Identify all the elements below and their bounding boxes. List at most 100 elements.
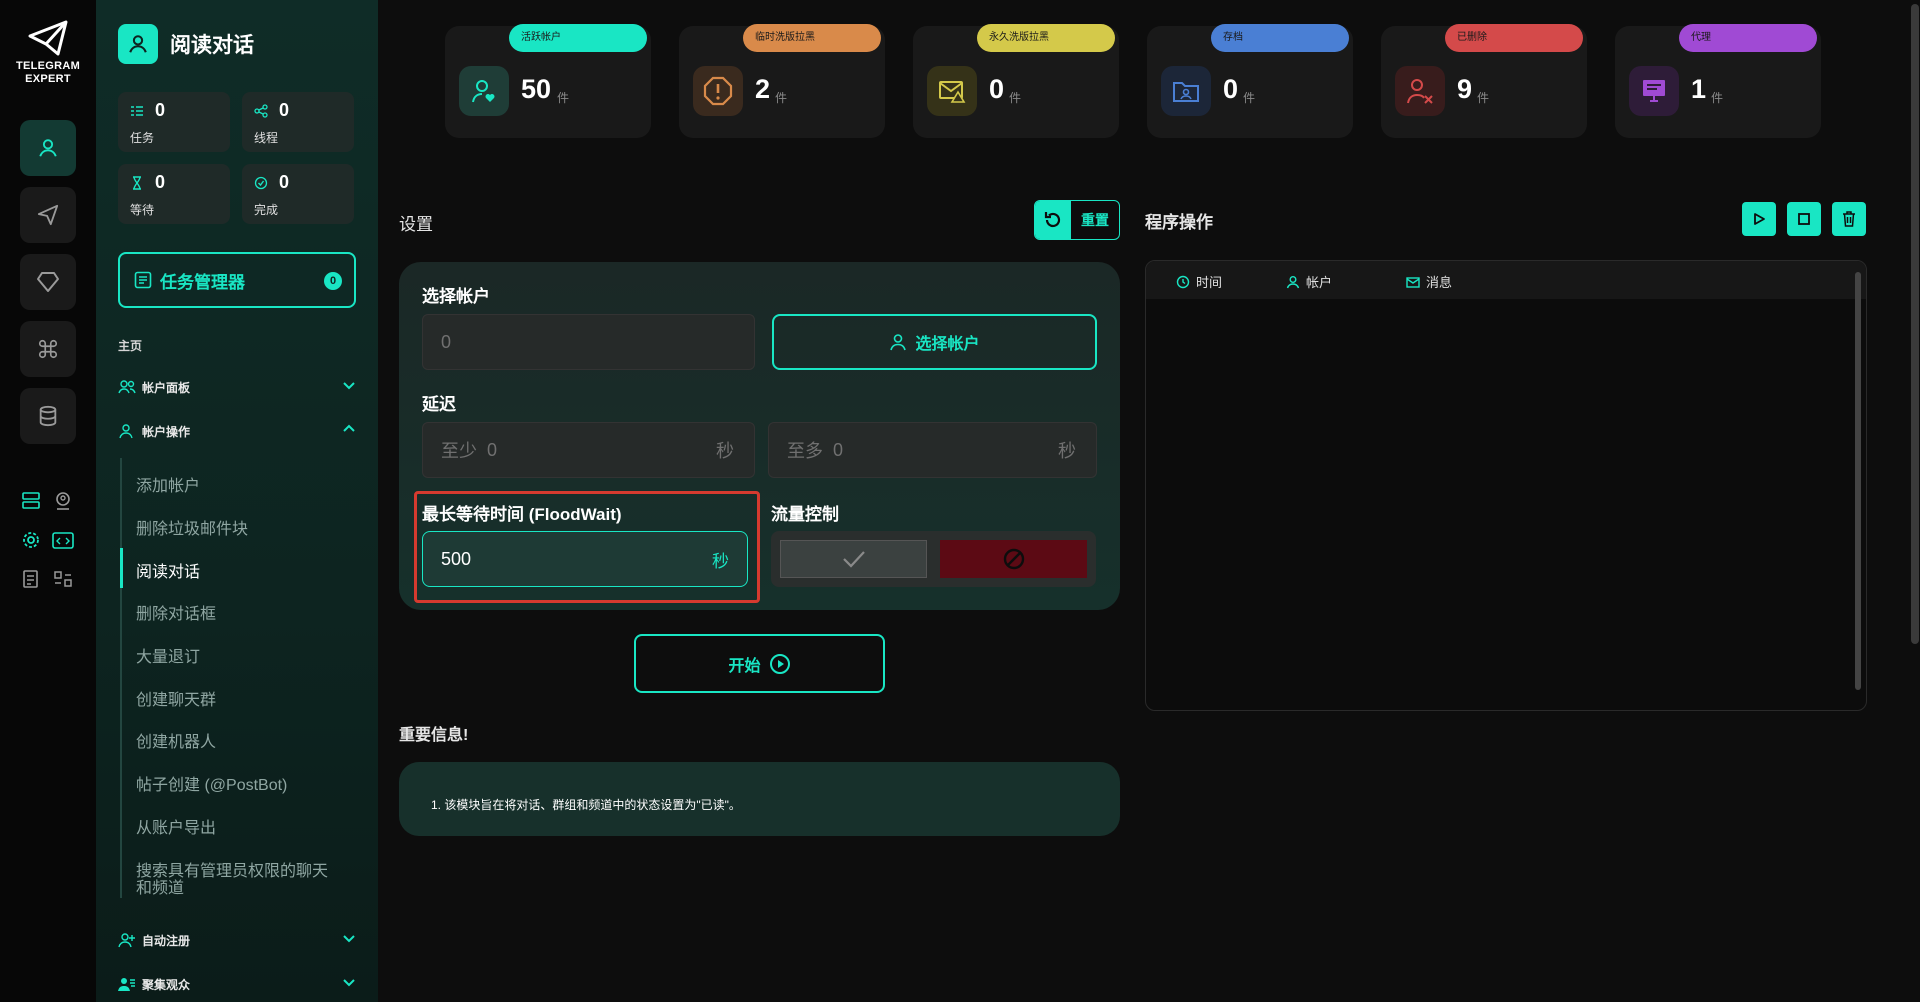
user-x-icon [1395, 66, 1445, 116]
nav-group-auto-register[interactable]: 自动注册 [118, 931, 358, 949]
account-count-field[interactable]: 0 [422, 314, 755, 370]
page-scrollbar-thumb[interactable] [1911, 4, 1919, 644]
delay-min-unit: 秒 [716, 441, 734, 461]
nav-group-label: 自动注册 [142, 933, 191, 948]
stat-value: 0 [155, 172, 166, 192]
submenu-item-create-group[interactable]: 创建聊天群 [136, 686, 216, 710]
play-circle-icon [769, 653, 790, 674]
code-window-icon[interactable] [50, 527, 76, 553]
play-button[interactable] [1742, 202, 1776, 236]
app-logo: TELEGRAM EXPERT [0, 20, 96, 86]
submenu-item-remove-spamblock[interactable]: 删除垃圾邮件块 [136, 515, 248, 539]
submenu-item-delete-dialogs[interactable]: 删除对话框 [136, 600, 216, 624]
submenu-line [120, 458, 122, 898]
submenu-item-mass-unsubscribe[interactable]: 大量退订 [136, 643, 200, 667]
logo-text-line2: EXPERT [25, 73, 71, 85]
delay-max-unit: 秒 [1058, 441, 1076, 461]
chevron-up-icon [343, 424, 355, 432]
rail-command-button[interactable] [20, 321, 76, 377]
icon-rail: TELEGRAM EXPERT [0, 0, 96, 1002]
select-account-button-label: 选择帐户 [915, 336, 980, 353]
user-icon [118, 422, 136, 440]
delay-min-prefix: 至少 [441, 441, 477, 461]
submenu-item-export[interactable]: 从账户导出 [136, 814, 216, 838]
nav-group-account-ops[interactable]: 帐户操作 [118, 422, 358, 440]
submenu-item-post-create[interactable]: 帖子创建 (@PostBot) [136, 771, 287, 795]
submenu-item-read-dialogs[interactable]: 阅读对话 [136, 558, 200, 582]
log-col-label: 消息 [1426, 275, 1453, 290]
reset-label: 重置 [1081, 212, 1109, 228]
rail-database-button[interactable] [20, 388, 76, 444]
mail-warning-icon [927, 66, 977, 116]
users-icon [118, 378, 136, 396]
card-pill: 临时洗版拉黑 [743, 24, 881, 52]
delay-max-field[interactable]: 至多 0 秒 [768, 422, 1097, 478]
stat-threads: 0 线程 [242, 92, 354, 152]
folder-user-icon [1161, 66, 1211, 116]
rail-send-button[interactable] [20, 187, 76, 243]
ops-title: 程序操作 [1145, 213, 1213, 232]
sidebar-header: 阅读对话 [118, 24, 254, 64]
rail-accounts-button[interactable] [20, 120, 76, 176]
stat-done: 0 完成 [242, 164, 354, 224]
user-location-icon[interactable] [50, 488, 76, 514]
nav-group-account-panel[interactable]: 帐户面板 [118, 378, 358, 396]
nav-section-home: 主页 [118, 339, 143, 353]
swap-icon[interactable] [50, 566, 76, 592]
stat-label: 线程 [254, 131, 279, 145]
submenu-item-search-admin-chats-cont[interactable]: 和频道 [136, 874, 184, 898]
account-count-value: 0 [441, 331, 452, 352]
log-scrollbar[interactable] [1855, 272, 1861, 690]
user-icon [1286, 275, 1300, 288]
reset-icon [1035, 201, 1071, 239]
nav-group-label: 帐户操作 [142, 424, 191, 439]
warning-octagon-icon [693, 66, 743, 116]
command-icon [38, 339, 58, 359]
start-button[interactable]: 开始 [634, 634, 885, 693]
card-deleted[interactable]: 已删除 9 件 [1381, 24, 1587, 138]
submenu-item-add-account[interactable]: 添加帐户 [136, 472, 200, 496]
document-icon[interactable] [18, 566, 44, 592]
card-value: 2 [755, 74, 771, 104]
card-temp-spamblock[interactable]: 临时洗版拉黑 2 件 [679, 24, 885, 138]
card-archive[interactable]: 存档 0 件 [1147, 24, 1353, 138]
page-scrollbar[interactable] [1908, 0, 1920, 1002]
user-icon [39, 139, 57, 157]
user-heart-icon [459, 66, 509, 116]
delay-min-field[interactable]: 至少 0 秒 [422, 422, 755, 478]
submenu-item-create-bot[interactable]: 创建机器人 [136, 728, 216, 752]
nav-group-label: 聚集观众 [142, 977, 191, 992]
delay-max-value: 0 [833, 439, 844, 460]
settings-title: 设置 [399, 215, 433, 234]
check-circle-icon [254, 176, 268, 190]
log-col-message: 消息 [1406, 272, 1452, 291]
log-table-header: 时间 帐户 消息 [1146, 261, 1866, 299]
stat-value: 0 [155, 100, 166, 120]
nav-group-gather-viewers[interactable]: 聚集观众 [118, 975, 358, 993]
log-col-time: 时间 [1176, 272, 1222, 291]
flow-control-disable[interactable] [940, 540, 1087, 578]
rail-premium-button[interactable] [20, 254, 76, 310]
card-perm-spamblock[interactable]: 永久洗版拉黑 0 件 [913, 24, 1119, 138]
nav-group-label: 帐户面板 [142, 380, 191, 395]
card-proxy[interactable]: 代理 1 件 [1615, 24, 1821, 138]
stat-label: 完成 [254, 203, 279, 217]
paper-plane-logo-icon [28, 20, 68, 56]
monitor-icon [1629, 66, 1679, 116]
gear-icon[interactable] [18, 527, 44, 553]
task-manager-button[interactable]: 任务管理器 0 [118, 252, 356, 308]
card-value: 0 [989, 74, 1005, 104]
stat-waiting: 0 等待 [118, 164, 230, 224]
audience-icon [118, 975, 136, 993]
card-value: 50 [521, 74, 552, 104]
select-account-button[interactable]: 选择帐户 [772, 314, 1097, 370]
reset-button[interactable]: 重置 [1034, 200, 1120, 240]
clear-log-button[interactable] [1832, 202, 1866, 236]
stop-button[interactable] [1787, 202, 1821, 236]
card-value: 0 [1223, 74, 1239, 104]
sidebar: 阅读对话 0 任务 0 线程 0 等待 0 完成 任务管理器 0 主页 帐户面板… [96, 0, 378, 1002]
flow-control-enable[interactable] [780, 540, 927, 578]
server-list-icon[interactable] [18, 488, 44, 514]
stat-label: 等待 [130, 203, 155, 217]
card-active-accounts[interactable]: 活跃帐户 50 件 [445, 24, 651, 138]
